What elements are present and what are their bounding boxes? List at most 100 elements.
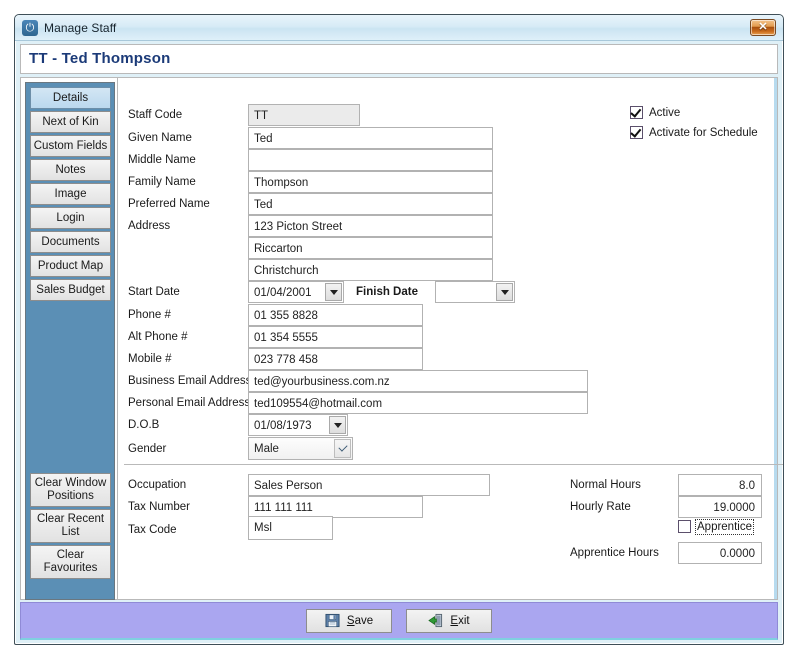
tax-number-field[interactable]: 111 111 111 [248,496,423,518]
dob-label: D.O.B [128,419,160,431]
sidebar-item-custom-fields[interactable]: Custom Fields [30,135,111,157]
active-checkbox[interactable] [630,106,643,119]
window-titlebar: ⏻ Manage Staff [15,15,783,41]
address-line2-field[interactable]: Riccarton [248,237,493,259]
sidebar: Details Next of Kin Custom Fields Notes … [25,82,115,600]
details-form: Active Activate for Schedule Staff Code … [117,78,783,599]
active-checkbox-row[interactable]: Active [630,106,680,119]
address-label: Address [128,220,171,232]
sidebar-item-login[interactable]: Login [30,207,111,229]
section-divider [124,464,783,465]
sidebar-item-next-of-kin[interactable]: Next of Kin [30,111,111,133]
close-icon[interactable] [750,19,776,36]
header-band: TT - Ted Thompson [20,44,778,74]
given-name-label: Given Name [128,132,192,144]
apprentice-hours-label: Apprentice Hours [570,547,659,559]
business-email-label: Business Email Address [128,375,252,387]
exit-rest: xit [458,614,470,627]
save-button[interactable]: Save [306,608,392,633]
apprentice-checkbox-row[interactable]: Apprentice [678,518,754,535]
gender-label: Gender [128,443,167,455]
gender-value: Male [254,443,279,455]
preferred-name-field[interactable]: Ted [248,193,493,215]
tax-code-label: Tax Code [128,524,177,536]
page-title: TT - Ted Thompson [29,50,171,67]
phone-field[interactable]: 01 355 8828 [248,304,423,326]
personal-email-field[interactable]: ted109554@hotmail.com [248,392,588,414]
phone-label: Phone # [128,309,171,321]
family-name-field[interactable]: Thompson [248,171,493,193]
normal-hours-field[interactable]: 8.0 [678,474,762,496]
middle-name-field[interactable] [248,149,493,171]
save-accel: S [346,614,355,627]
window-title: Manage Staff [44,20,117,35]
dob-picker[interactable]: 01/08/1973 [248,414,348,436]
chevron-down-icon[interactable] [329,416,346,434]
button-label: Clear Window Positions [34,476,107,502]
apprentice-hours-field[interactable]: 0.0000 [678,542,762,564]
preferred-name-label: Preferred Name [128,198,210,210]
mobile-field[interactable]: 023 778 458 [248,348,423,370]
sidebar-item-image[interactable]: Image [30,183,111,205]
sidebar-item-label: Next of Kin [42,115,99,128]
family-name-label: Family Name [128,176,196,188]
start-date-value: 01/04/2001 [254,287,312,299]
activate-for-schedule-checkbox-label: Activate for Schedule [649,126,758,139]
personal-email-label: Personal Email Address [128,397,251,409]
save-button-label: Save [347,615,373,627]
sidebar-item-label: Login [56,211,85,224]
finish-date-label: Finish Date [356,286,418,298]
power-icon: ⏻ [22,19,38,36]
chevron-down-icon[interactable] [496,283,513,301]
normal-hours-label: Normal Hours [570,479,641,491]
exit-accel: E [450,614,459,627]
clear-window-positions-button[interactable]: Clear Window Positions [30,473,111,507]
exit-button[interactable]: Exit [406,608,492,633]
finish-date-picker[interactable] [435,281,515,303]
apprentice-checkbox[interactable] [678,520,691,533]
hourly-rate-label: Hourly Rate [570,501,631,513]
content-area: Details Next of Kin Custom Fields Notes … [20,77,783,600]
activate-for-schedule-checkbox[interactable] [630,126,643,139]
mobile-label: Mobile # [128,353,172,365]
exit-button-label: Exit [450,615,469,627]
sidebar-item-label: Details [52,91,89,104]
tax-code-field[interactable]: Msl [248,516,333,540]
gender-select[interactable]: Male [248,437,353,460]
start-date-picker[interactable]: 01/04/2001 [248,281,344,303]
active-checkbox-label: Active [649,106,681,119]
sidebar-item-sales-budget[interactable]: Sales Budget [30,279,111,301]
floppy-disk-icon [325,613,340,628]
sidebar-item-documents[interactable]: Documents [30,231,111,253]
address-line1-field[interactable]: 123 Picton Street [248,215,493,237]
staff-code-field[interactable]: TT [248,104,360,126]
chevron-down-icon[interactable] [325,283,342,301]
alt-phone-field[interactable]: 01 354 5555 [248,326,423,348]
occupation-label: Occupation [128,479,187,491]
right-rail [774,78,777,599]
tax-number-label: Tax Number [128,501,190,513]
sidebar-item-label: Product Map [37,259,104,272]
alt-phone-label: Alt Phone # [128,331,188,343]
sidebar-item-label: Custom Fields [33,139,108,152]
chevron-down-icon[interactable] [334,439,351,458]
address-line3-field[interactable]: Christchurch [248,259,493,281]
business-email-field[interactable]: ted@yourbusiness.com.nz [248,370,588,392]
clear-recent-list-button[interactable]: Clear Recent List [30,509,111,543]
sidebar-item-label: Documents [41,235,100,248]
hourly-rate-field[interactable]: 19.0000 [678,496,762,518]
activate-for-schedule-checkbox-row[interactable]: Activate for Schedule [630,126,758,139]
apprentice-checkbox-label: Apprentice [695,518,754,535]
clear-favourites-button[interactable]: Clear Favourites [30,545,111,579]
sidebar-item-details[interactable]: Details [30,87,111,109]
exit-door-icon [428,613,443,628]
button-label: Clear Recent List [36,512,105,538]
sidebar-item-product-map[interactable]: Product Map [30,255,111,277]
start-date-label: Start Date [128,286,180,298]
occupation-field[interactable]: Sales Person [248,474,490,496]
middle-name-label: Middle Name [128,154,196,166]
save-rest: ave [354,614,374,627]
given-name-field[interactable]: Ted [248,127,493,149]
sidebar-item-notes[interactable]: Notes [30,159,111,181]
sidebar-item-label: Sales Budget [36,283,105,296]
